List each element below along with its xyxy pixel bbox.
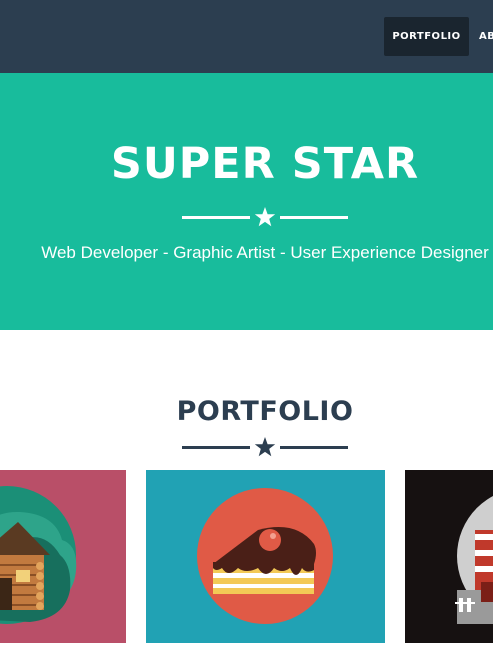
portfolio-item-cake[interactable] [146, 470, 385, 643]
nav-item-about[interactable]: AB [479, 17, 493, 56]
portfolio-item-circus[interactable] [405, 470, 493, 643]
divider-line-right [280, 446, 348, 449]
navbar: ER PORTFOLIO AB [0, 0, 493, 73]
log-cabin-icon [0, 486, 77, 624]
hero-star-divider [182, 207, 348, 227]
hero-title: SUPER STAR [110, 139, 420, 189]
portfolio-heading: PORTFOLIO [176, 396, 354, 427]
cake-slice-icon [197, 488, 333, 624]
portfolio-item-cabin[interactable] [0, 470, 126, 643]
hero-subtitle: Web Developer - Graphic Artist - User Ex… [41, 243, 489, 262]
divider-line-left [182, 216, 250, 219]
circus-tent-icon [455, 496, 493, 624]
nav-item-portfolio[interactable]: PORTFOLIO [384, 17, 469, 56]
star-icon [254, 207, 276, 227]
star-icon [254, 437, 276, 457]
portfolio-star-divider [182, 437, 348, 457]
hero-header: SUPER STAR Web Developer - Graphic Artis… [0, 73, 493, 330]
divider-line-right [280, 216, 348, 219]
divider-line-left [182, 446, 250, 449]
